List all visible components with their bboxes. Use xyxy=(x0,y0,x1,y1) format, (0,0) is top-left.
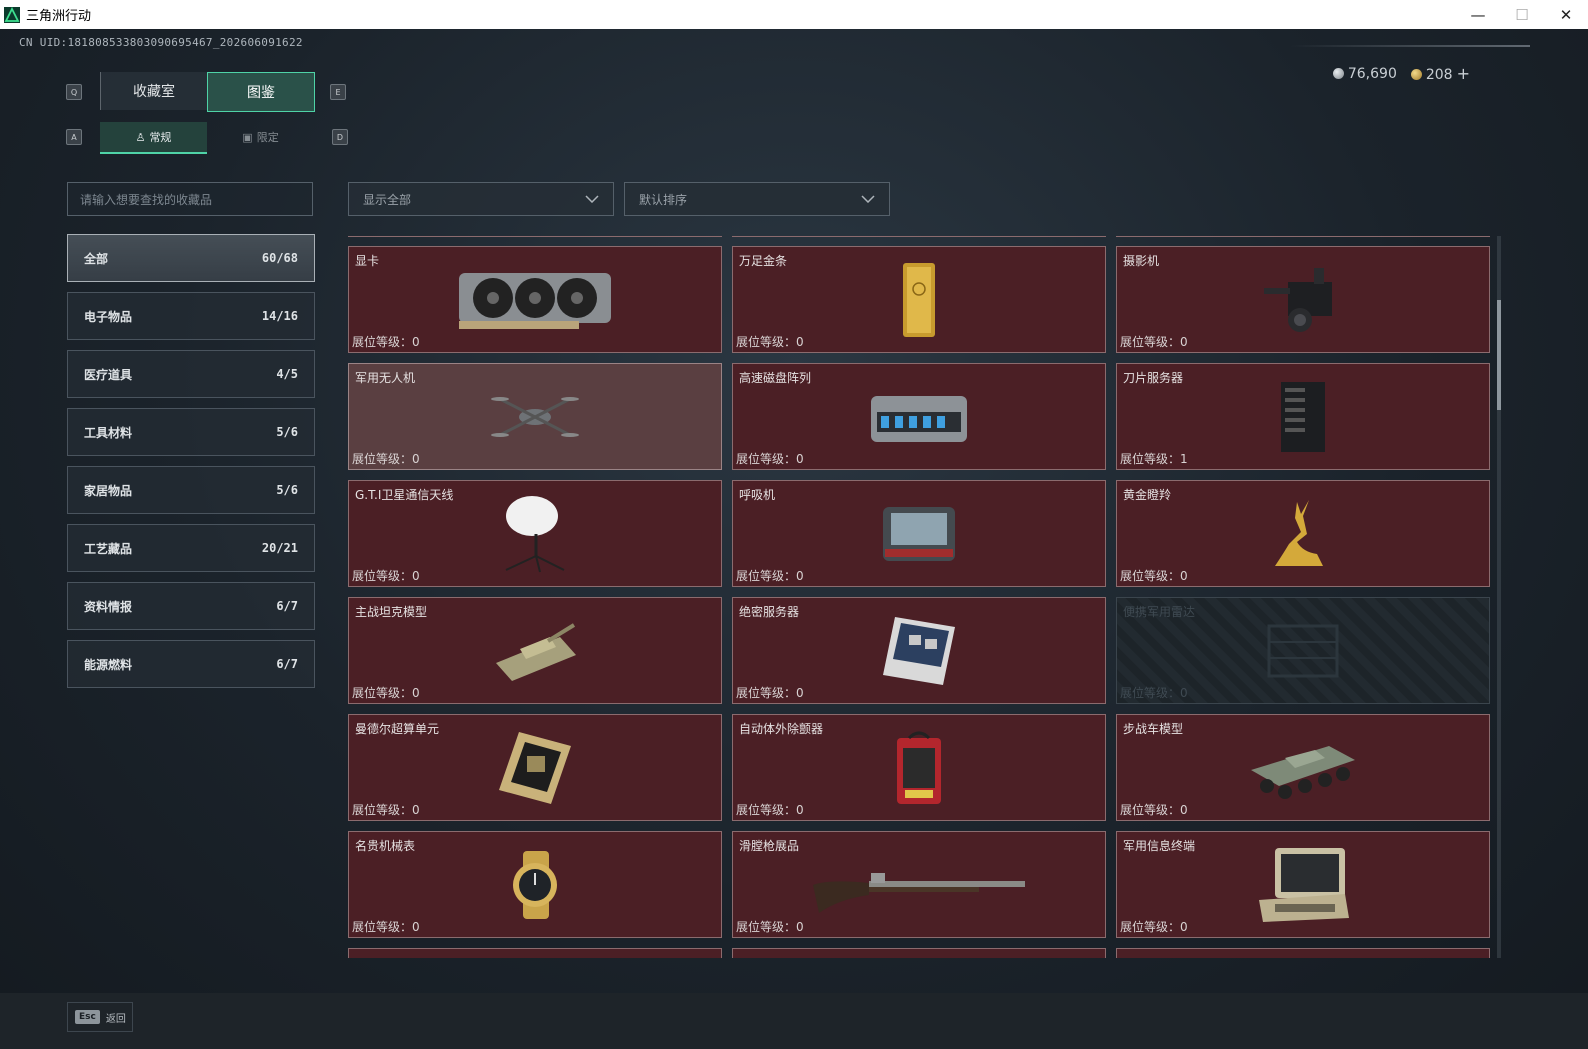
disk-array-icon xyxy=(871,395,967,442)
item-card-disk-array[interactable]: 高速磁盘阵列 展位等级：0 xyxy=(732,363,1106,470)
regular-icon: ♙ xyxy=(135,130,146,144)
esc-key: Esc xyxy=(75,1010,100,1024)
item-card-defibrillator[interactable]: 自动体外除颤器 展位等级：0 xyxy=(732,714,1106,821)
show-filter-dropdown[interactable]: 显示全部 xyxy=(348,182,614,216)
item-card-secret-server[interactable]: 绝密服务器 展位等级：0 xyxy=(732,597,1106,704)
subtab-regular[interactable]: ♙ 常规 xyxy=(100,122,207,154)
title-bar: 三角洲行动 — ☐ ✕ xyxy=(0,0,1588,29)
silver-balance: 76,690 xyxy=(1332,66,1397,82)
satellite-dish-icon xyxy=(505,495,565,572)
minimize-button[interactable]: — xyxy=(1456,0,1500,29)
scrollbar-thumb[interactable] xyxy=(1497,300,1501,410)
ifv-icon xyxy=(1251,745,1355,799)
item-card-watch[interactable]: 名贵机械表 展位等级：0 xyxy=(348,831,722,938)
decorative-line xyxy=(1290,45,1530,47)
item-card-ventilator[interactable]: 呼吸机 展位等级：0 xyxy=(732,480,1106,587)
item-card-satellite-dish[interactable]: G.T.I卫星通信天线 展位等级：0 xyxy=(348,480,722,587)
tab-catalog[interactable]: 图鉴 xyxy=(207,72,315,112)
item-grid: 显卡 展位等级：0 万足金条 展位等级：0 摄影机 展位等级：0 军用无人机 展… xyxy=(348,236,1490,958)
item-card-drone[interactable]: 军用无人机 展位等级：0 xyxy=(348,363,722,470)
camera-icon xyxy=(1264,267,1332,332)
terminal-icon xyxy=(1259,847,1349,922)
prev-tab-key[interactable]: Q xyxy=(66,84,82,100)
blade-server-icon xyxy=(1281,381,1325,452)
item-card-partial[interactable] xyxy=(1116,236,1490,237)
tab-collection-room[interactable]: 收藏室 xyxy=(100,72,207,110)
next-subtab-key[interactable]: D xyxy=(332,129,348,145)
search-input[interactable]: 请输入想要查找的收藏品 xyxy=(67,182,313,216)
category-energy[interactable]: 能源燃料 6/7 xyxy=(67,640,315,688)
item-card-partial[interactable] xyxy=(348,948,722,958)
item-card-ifv[interactable]: 步战车模型 展位等级：0 xyxy=(1116,714,1490,821)
category-crafts[interactable]: 工艺藏品 20/21 xyxy=(67,524,315,572)
tank-icon xyxy=(496,622,576,681)
grid-scrollbar[interactable] xyxy=(1497,236,1501,958)
show-filter-value: 显示全部 xyxy=(363,192,412,207)
gpu-icon xyxy=(459,272,611,329)
next-tab-key[interactable]: E xyxy=(330,84,346,100)
golden-gazelle-icon xyxy=(1275,499,1323,566)
supercomputer-icon xyxy=(499,731,571,804)
close-button[interactable]: ✕ xyxy=(1544,0,1588,29)
musket-icon xyxy=(813,872,1025,913)
category-intel[interactable]: 资料情报 6/7 xyxy=(67,582,315,630)
item-card-radar-locked[interactable]: 便携军用雷达 展位等级：0 xyxy=(1116,597,1490,704)
main-tabs: 收藏室 图鉴 xyxy=(100,72,315,112)
radar-icon xyxy=(1267,624,1339,677)
category-electronics[interactable]: 电子物品 14/16 xyxy=(67,292,315,340)
category-sidebar: 全部 60/68 电子物品 14/16 医疗道具 4/5 工具材料 5/6 家居物品 5/… xyxy=(67,234,315,698)
bottom-bar xyxy=(0,993,1588,1049)
back-label: 返回 xyxy=(105,1013,126,1025)
category-tools[interactable]: 工具材料 5/6 xyxy=(67,408,315,456)
user-uid: CN UID:1818085338030906954​67_2026060916… xyxy=(19,36,303,49)
gold-coin-icon xyxy=(1410,69,1422,80)
item-card-partial[interactable] xyxy=(348,236,722,237)
sort-value: 默认排序 xyxy=(639,192,688,207)
category-all[interactable]: 全部 60/68 xyxy=(67,234,315,282)
server-board-icon xyxy=(883,616,955,685)
chevron-down-icon xyxy=(861,195,875,203)
item-card-partial[interactable] xyxy=(732,948,1106,958)
app-logo-icon xyxy=(4,6,20,23)
maximize-button[interactable]: ☐ xyxy=(1500,0,1544,29)
limited-icon: ▣ xyxy=(242,130,253,144)
item-card-supercomputer[interactable]: 曼德尔超算单元 展位等级：0 xyxy=(348,714,722,821)
item-card-tank[interactable]: 主战坦克模型 展位等级：0 xyxy=(348,597,722,704)
category-household[interactable]: 家居物品 5/6 xyxy=(67,466,315,514)
gold-bar-icon xyxy=(903,262,935,337)
defibrillator-icon xyxy=(897,731,941,804)
back-button[interactable]: Esc 返回 xyxy=(67,1002,133,1032)
item-card-blade-server[interactable]: 刀片服务器 展位等级：1 xyxy=(1116,363,1490,470)
silver-coin-icon xyxy=(1332,67,1344,79)
subtab-limited[interactable]: ▣ 限定 xyxy=(207,122,314,152)
gold-balance: 208 + xyxy=(1410,64,1470,83)
sub-tabs: ♙ 常规 ▣ 限定 xyxy=(100,122,314,154)
item-card-partial[interactable] xyxy=(732,236,1106,237)
prev-subtab-key[interactable]: A xyxy=(66,129,82,145)
ventilator-icon xyxy=(883,506,955,561)
item-card-gold-bar[interactable]: 万足金条 展位等级：0 xyxy=(732,246,1106,353)
drone-icon xyxy=(491,396,579,437)
watch-icon xyxy=(513,850,557,919)
item-card-partial[interactable] xyxy=(1116,948,1490,958)
currency-bar: 76,690 208 + xyxy=(1332,64,1470,83)
item-card-musket[interactable]: 滑膛枪展品 展位等级：0 xyxy=(732,831,1106,938)
sort-dropdown[interactable]: 默认排序 xyxy=(624,182,890,216)
item-card-terminal[interactable]: 军用信息终端 展位等级：0 xyxy=(1116,831,1490,938)
item-card-golden-gazelle[interactable]: 黄金瞪羚 展位等级：0 xyxy=(1116,480,1490,587)
chevron-down-icon xyxy=(585,195,599,203)
item-card-camera[interactable]: 摄影机 展位等级：0 xyxy=(1116,246,1490,353)
window-title: 三角洲行动 xyxy=(26,8,92,23)
category-medical[interactable]: 医疗道具 4/5 xyxy=(67,350,315,398)
add-currency-button[interactable]: + xyxy=(1457,64,1470,83)
item-card-gpu[interactable]: 显卡 展位等级：0 xyxy=(348,246,722,353)
